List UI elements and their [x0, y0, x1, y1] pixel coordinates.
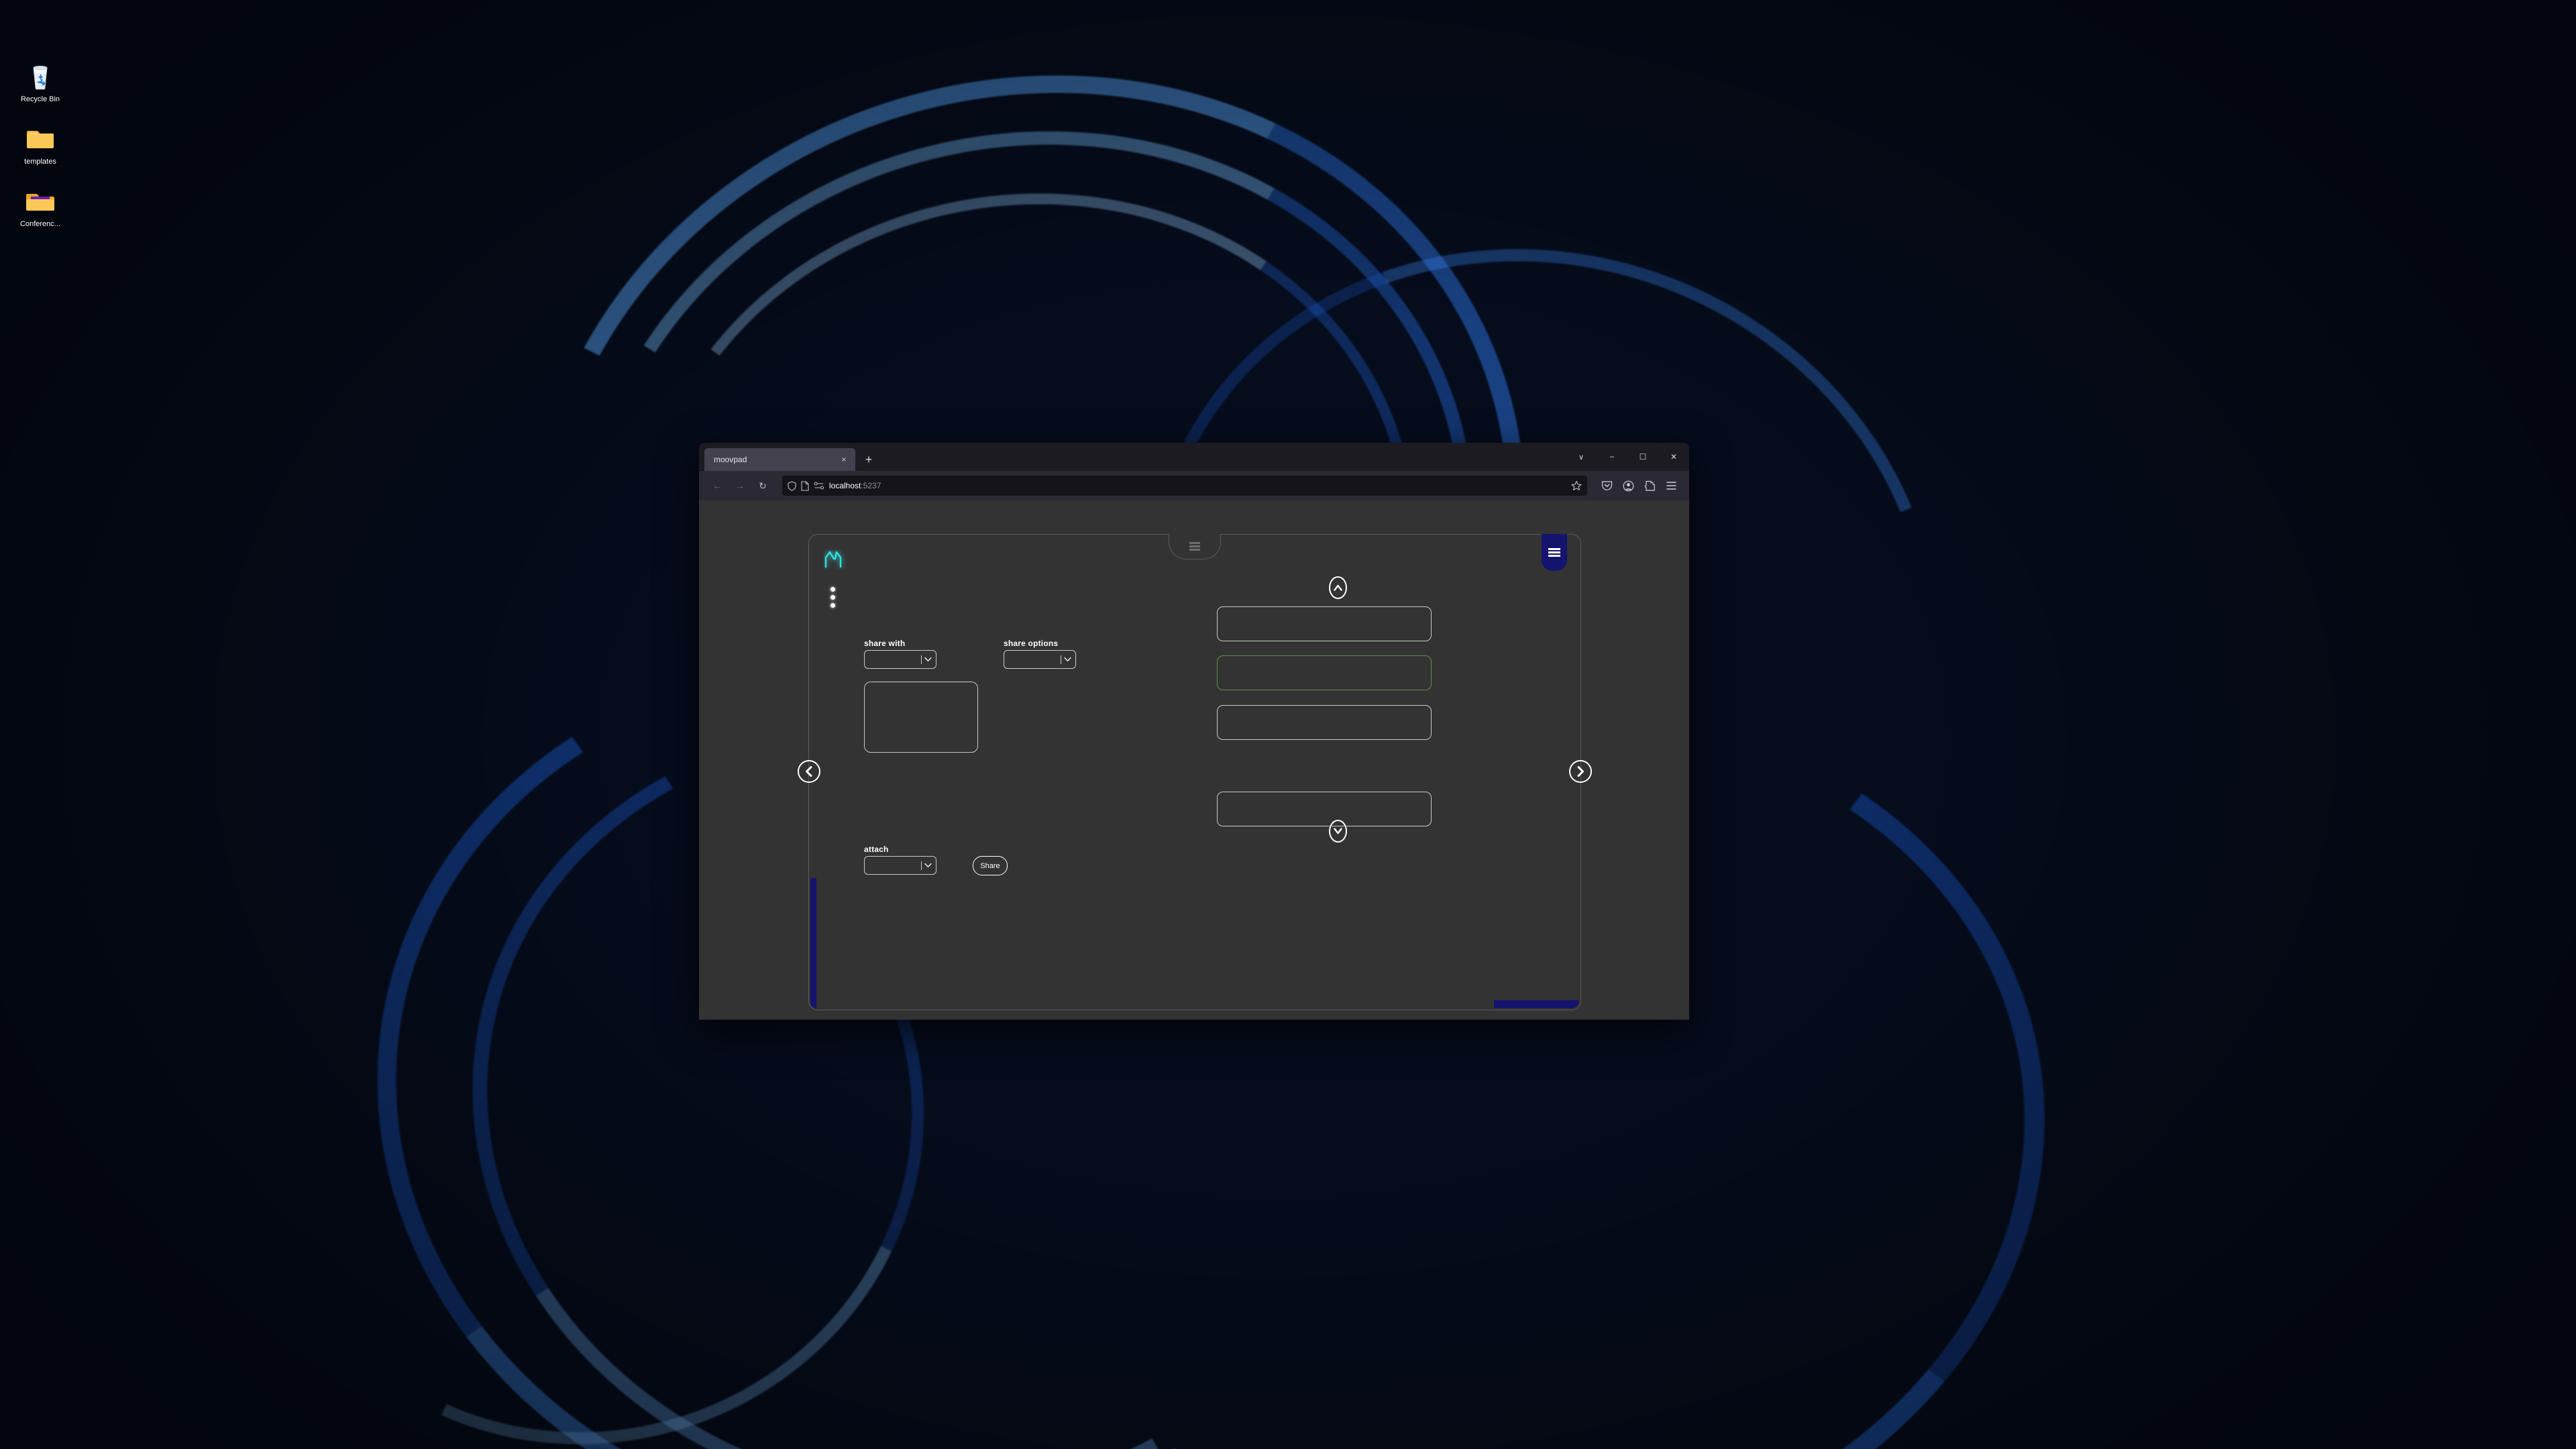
- share-options-select[interactable]: [1004, 650, 1076, 669]
- chevron-down-icon: [1064, 657, 1071, 662]
- message-card[interactable]: [1217, 705, 1432, 740]
- chevron-down-icon: [924, 657, 932, 662]
- desktop-icon-label: Recycle Bin: [20, 95, 60, 103]
- browser-toolbar-icons: [1597, 476, 1681, 496]
- close-icon[interactable]: ×: [838, 453, 850, 466]
- browser-navbar: ← → ↻ localhost:5237: [699, 471, 1689, 500]
- desktop-icon-label: Conferenc...: [20, 220, 60, 228]
- scroll-up-button[interactable]: [1329, 576, 1347, 599]
- page-icon: [801, 480, 809, 491]
- desktop: Recycle Bin templates Conferenc... moovp…: [0, 0, 2576, 1449]
- desktop-icon-conference[interactable]: Conferenc...: [7, 185, 74, 229]
- shield-icon: [788, 480, 796, 491]
- moovpad-logo: [824, 549, 847, 570]
- carousel-prev-button[interactable]: [798, 760, 820, 783]
- message-card[interactable]: [1217, 606, 1432, 641]
- firefox-browser-window: moovpad × + ∨ − ☐ ✕ ← → ↻ localhost:5237…: [699, 443, 1689, 1020]
- desktop-icon-list: Recycle Bin templates Conferenc...: [0, 60, 80, 248]
- kebab-dot: [830, 595, 835, 600]
- back-icon[interactable]: ←: [707, 476, 727, 496]
- desktop-icon-templates[interactable]: templates: [7, 123, 74, 166]
- share-options-label: share options: [1004, 639, 1059, 648]
- select-separator: [921, 655, 922, 664]
- share-with-select[interactable]: [864, 650, 936, 669]
- recycle-bin-icon: [25, 60, 56, 91]
- forward-icon[interactable]: →: [730, 476, 750, 496]
- more-options-menu[interactable]: [830, 587, 835, 608]
- url-host: localhost: [829, 481, 861, 490]
- folder-with-files-icon: [25, 185, 56, 216]
- carousel-next-button[interactable]: [1569, 760, 1592, 783]
- new-tab-icon[interactable]: +: [859, 450, 878, 469]
- select-separator: [921, 861, 922, 870]
- note-textarea[interactable]: [864, 682, 978, 753]
- address-bar[interactable]: localhost:5237: [782, 476, 1587, 496]
- attach-label: attach: [864, 845, 889, 854]
- moovpad-app-shell: share with share options attach Share: [798, 534, 1592, 1010]
- permissions-icon[interactable]: [814, 481, 824, 490]
- pocket-icon[interactable]: [1597, 476, 1617, 496]
- url-port: :5237: [861, 481, 881, 490]
- minimize-icon[interactable]: −: [1597, 443, 1627, 471]
- browser-tab-moovpad[interactable]: moovpad ×: [704, 448, 855, 471]
- desktop-icon-recycle-bin[interactable]: Recycle Bin: [7, 60, 74, 104]
- top-drawer-handle[interactable]: [1169, 534, 1221, 559]
- url-text: localhost:5237: [829, 481, 1566, 490]
- message-card[interactable]: [1217, 792, 1432, 826]
- chevron-down-icon: [924, 863, 932, 868]
- hamburger-icon: [1548, 548, 1560, 557]
- share-button[interactable]: Share: [973, 856, 1008, 875]
- browser-tabstrip: moovpad × + ∨ − ☐ ✕: [699, 443, 1689, 471]
- window-controls: ∨ − ☐ ✕: [1566, 443, 1689, 471]
- tab-title: moovpad: [714, 455, 747, 464]
- maximize-icon[interactable]: ☐: [1627, 443, 1658, 471]
- side-panel-toggle[interactable]: [1542, 534, 1567, 571]
- attach-select[interactable]: [864, 856, 936, 875]
- star-icon[interactable]: [1571, 480, 1582, 491]
- account-icon[interactable]: [1618, 476, 1638, 496]
- desktop-icon-label: templates: [24, 158, 56, 166]
- folder-icon: [25, 123, 56, 154]
- extensions-icon[interactable]: [1640, 476, 1660, 496]
- bottom-accent-bar: [1494, 1000, 1579, 1008]
- app-menu-icon[interactable]: [1661, 476, 1681, 496]
- left-accent-bar: [810, 878, 816, 1008]
- share-with-label: share with: [864, 639, 906, 648]
- page-viewport: share with share options attach Share: [699, 500, 1689, 1020]
- message-card-selected[interactable]: [1217, 655, 1432, 690]
- drawer-grip-icon: [1189, 542, 1200, 551]
- list-all-tabs-icon[interactable]: ∨: [1566, 443, 1597, 471]
- reload-icon[interactable]: ↻: [753, 476, 773, 496]
- kebab-dot: [830, 603, 835, 608]
- kebab-dot: [830, 587, 835, 592]
- close-window-icon[interactable]: ✕: [1658, 443, 1689, 471]
